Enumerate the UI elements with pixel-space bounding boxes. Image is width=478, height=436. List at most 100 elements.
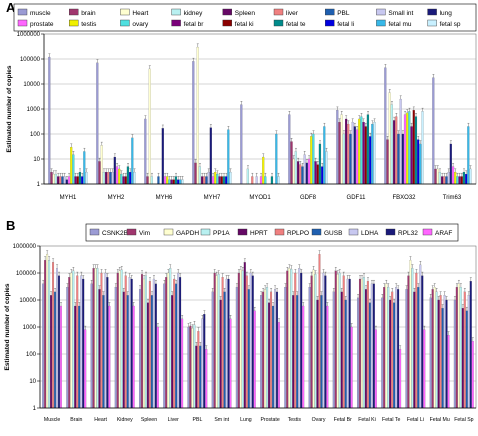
- bar-gusb: [247, 289, 250, 409]
- bar-csnk2b: [163, 283, 166, 409]
- bar-araf: [326, 305, 329, 409]
- bar-ovary: [408, 111, 411, 185]
- bar-brain: [290, 141, 293, 185]
- legend-label: Spleen: [235, 10, 256, 17]
- bar-fetal-sp: [133, 171, 136, 185]
- bar-csnk2b: [308, 287, 311, 409]
- bar-hprt: [195, 345, 198, 409]
- bar-vim: [140, 274, 143, 409]
- bar-ldha: [56, 268, 58, 409]
- bar-csnk2b: [90, 283, 93, 409]
- bar-liver: [347, 123, 350, 185]
- legend-swatch: [325, 8, 335, 16]
- legend-label: lung: [440, 10, 453, 17]
- bar-fetal-sp: [469, 168, 472, 185]
- legend-swatch: [222, 19, 233, 27]
- legend-swatch: [120, 8, 130, 16]
- bar-gusb: [199, 345, 202, 409]
- category-label: MYH2: [108, 195, 125, 201]
- legend-label: fetal li: [337, 21, 354, 28]
- bar-araf: [181, 318, 184, 409]
- y-tick-label: 1000000: [13, 244, 37, 250]
- bar-fetal-mu: [323, 126, 326, 185]
- bar-rpl32: [179, 277, 182, 409]
- bar-pp1a: [338, 272, 341, 409]
- bar-gapdh: [312, 269, 315, 409]
- bar-araf: [302, 305, 305, 409]
- bar-kidney: [54, 173, 57, 185]
- bar-pp1a: [362, 277, 365, 409]
- bar-pbl: [109, 171, 112, 185]
- category-label: Prostate: [260, 417, 279, 423]
- legend-label: brain: [81, 10, 96, 17]
- bar-fetal-ki: [76, 176, 79, 185]
- bar-fetal-te: [270, 176, 274, 185]
- bar-small-int: [63, 176, 66, 185]
- bar-rplpo: [124, 275, 127, 409]
- category-label: Fetal Mu: [430, 417, 450, 423]
- bar-fetal-li: [177, 179, 180, 185]
- y-axis-title: Estimated number of copies: [6, 65, 13, 152]
- bar-vim: [44, 260, 47, 409]
- bar-hprt: [437, 299, 440, 409]
- bar-lung: [401, 133, 404, 185]
- category-label: Brain: [70, 417, 82, 423]
- bar-fetal-sp: [277, 176, 280, 185]
- legend-swatch: [126, 228, 137, 236]
- bar-csnk2b: [332, 291, 335, 409]
- category-label: MYH1: [60, 195, 77, 201]
- legend-swatch: [273, 8, 284, 16]
- bar-fetal-br: [314, 161, 317, 185]
- bar-gusb: [417, 287, 420, 409]
- bar-brain: [50, 171, 53, 185]
- bar-pbl: [397, 133, 400, 185]
- bar-fetal-mu: [371, 123, 374, 185]
- bar-fetal-mu: [83, 151, 86, 185]
- bar-pp1a: [193, 324, 196, 409]
- bar-brain: [146, 176, 149, 185]
- legend-swatch: [17, 19, 28, 27]
- legend-swatch: [273, 19, 284, 27]
- bar-liver: [203, 176, 206, 185]
- bar-ovary: [168, 179, 171, 185]
- bar-small-int: [399, 98, 402, 185]
- bar-muscle: [240, 104, 243, 185]
- bar-gapdh: [409, 260, 412, 409]
- bar-fetal-sp: [325, 151, 328, 185]
- bar-hprt: [74, 305, 77, 409]
- bar-heart: [292, 158, 295, 185]
- bar-muscle: [384, 67, 387, 185]
- bar-fetal-sp: [85, 171, 88, 185]
- bar-rpl32: [130, 278, 133, 409]
- bar-hprt: [340, 291, 343, 409]
- bar-fetal-ki: [412, 110, 415, 185]
- bar-gapdh: [239, 269, 242, 409]
- bar-rpl32: [251, 275, 254, 409]
- bar-ldha: [128, 277, 131, 409]
- bar-rplpo: [366, 281, 369, 409]
- bar-ldha: [249, 272, 252, 409]
- category-label: Ovary: [312, 417, 326, 423]
- bar-spleen: [440, 176, 444, 185]
- category-label: Fetal Li: [407, 417, 424, 423]
- bar-csnk2b: [356, 297, 359, 409]
- bar-fetal-li: [369, 136, 372, 185]
- bar-ovary: [456, 176, 459, 185]
- bar-ldha: [201, 318, 204, 409]
- bar-small-int: [303, 154, 306, 185]
- bar-fetal-li: [465, 173, 468, 185]
- bar-araf: [205, 349, 208, 409]
- legend-swatch: [163, 228, 174, 236]
- bar-hprt: [268, 302, 271, 409]
- legend-swatch: [311, 228, 322, 236]
- bar-ldha: [274, 289, 276, 409]
- legend-label: fetal br: [184, 21, 205, 28]
- bar-prostate: [259, 176, 263, 185]
- bar-gusb: [150, 295, 153, 409]
- category-label: FBXO32: [392, 195, 416, 201]
- bar-ldha: [177, 272, 180, 409]
- bar-fetal-mu: [131, 137, 134, 185]
- bar-lung: [65, 179, 68, 185]
- legend-label: prostate: [30, 21, 54, 28]
- legend-label: Small int: [388, 10, 413, 17]
